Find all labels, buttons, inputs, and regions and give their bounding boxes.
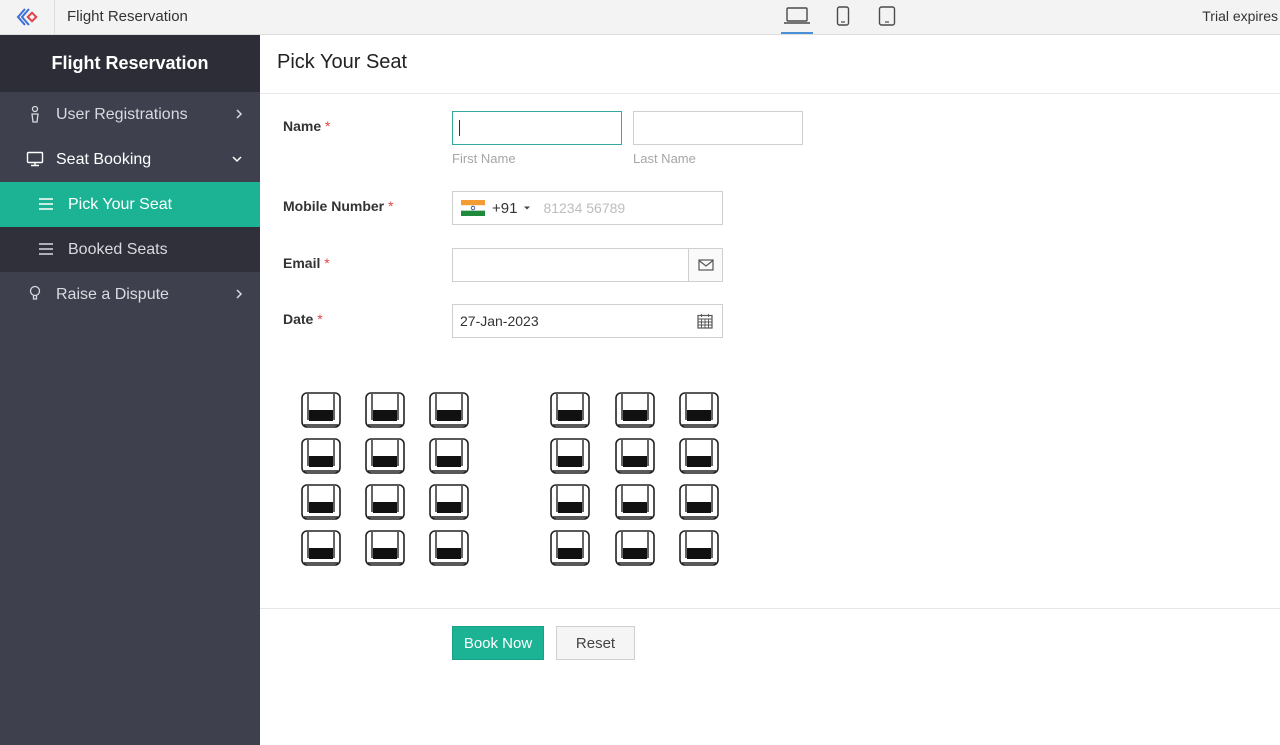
email-addon xyxy=(688,248,723,282)
seat-icon[interactable] xyxy=(429,530,469,566)
seat-icon[interactable] xyxy=(429,392,469,428)
top-bar: Flight Reservation Trial expires xyxy=(0,0,1280,35)
seat-icon[interactable] xyxy=(429,438,469,474)
date-label: Date * xyxy=(283,311,323,327)
envelope-icon xyxy=(697,259,714,271)
last-name-hint: Last Name xyxy=(633,151,696,166)
email-label: Email * xyxy=(283,255,330,271)
country-code: +91 xyxy=(492,199,518,217)
required-mark: * xyxy=(324,255,330,271)
mobile-label-text: Mobile Number xyxy=(283,198,385,214)
seat-icon[interactable] xyxy=(301,530,341,566)
sidebar-title: Flight Reservation xyxy=(0,35,260,92)
mobile-input[interactable]: 81234 56789 xyxy=(543,200,625,216)
list-icon xyxy=(38,241,54,257)
chevron-right-icon xyxy=(234,106,244,122)
sidebar-item-label: Seat Booking xyxy=(56,150,152,168)
chevron-right-icon xyxy=(234,286,244,302)
seat-icon[interactable] xyxy=(550,392,590,428)
seat-icon[interactable] xyxy=(301,392,341,428)
device-mobile-button[interactable] xyxy=(833,6,853,34)
seat-icon[interactable] xyxy=(365,530,405,566)
seat-icon[interactable] xyxy=(365,438,405,474)
logo-icon xyxy=(16,8,38,26)
date-field[interactable]: 27-Jan-2023 xyxy=(452,304,723,338)
calendar-icon[interactable] xyxy=(697,313,713,329)
sidebar-item-raise-a-dispute[interactable]: Raise a Dispute xyxy=(0,272,260,317)
app-name: Flight Reservation xyxy=(67,8,188,25)
seat-icon[interactable] xyxy=(550,530,590,566)
seat-icon[interactable] xyxy=(550,484,590,520)
tablet-icon xyxy=(878,6,896,26)
device-desktop-button[interactable] xyxy=(781,6,813,34)
laptop-icon xyxy=(784,7,810,24)
caret-down-icon xyxy=(524,206,531,210)
seat-icon[interactable] xyxy=(679,392,719,428)
first-name-hint: First Name xyxy=(452,151,516,166)
seat-icon[interactable] xyxy=(679,438,719,474)
device-tablet-button[interactable] xyxy=(876,6,898,34)
seat-icon[interactable] xyxy=(679,530,719,566)
first-name-field[interactable] xyxy=(452,111,622,145)
country-code-selector[interactable]: +91 xyxy=(461,200,531,217)
name-label: Name * xyxy=(283,118,330,134)
sidebar-item-label: Pick Your Seat xyxy=(68,195,173,213)
monitor-icon xyxy=(26,150,44,168)
seat-icon[interactable] xyxy=(614,530,655,566)
required-mark: * xyxy=(325,118,331,134)
divider xyxy=(260,608,1280,609)
seat-icon[interactable] xyxy=(550,438,590,474)
text-caret xyxy=(459,120,460,136)
seat-icon[interactable] xyxy=(614,438,655,474)
name-label-text: Name xyxy=(283,118,322,134)
sidebar-item-booked-seats[interactable]: Booked Seats xyxy=(0,227,260,272)
seat-icon[interactable] xyxy=(365,392,405,428)
bulb-icon xyxy=(26,285,44,303)
email-label-text: Email xyxy=(283,255,321,271)
seat-icon[interactable] xyxy=(429,484,469,520)
seat-icon[interactable] xyxy=(365,484,405,520)
app-logo[interactable] xyxy=(0,0,55,34)
sidebar-item-pick-your-seat[interactable]: Pick Your Seat xyxy=(0,182,260,227)
seat-icon[interactable] xyxy=(614,484,655,520)
divider xyxy=(260,93,1280,94)
main-content: Pick Your Seat Name * First Name Last Na… xyxy=(260,35,1280,745)
reset-button[interactable]: Reset xyxy=(556,626,635,660)
person-icon xyxy=(26,105,44,123)
seat-icon[interactable] xyxy=(301,484,341,520)
list-icon xyxy=(38,196,54,212)
sidebar-item-seat-booking[interactable]: Seat Booking xyxy=(0,137,260,182)
chevron-down-icon xyxy=(230,151,244,167)
date-label-text: Date xyxy=(283,311,314,327)
seat-icon[interactable] xyxy=(679,484,719,520)
required-mark: * xyxy=(388,198,394,214)
mobile-label: Mobile Number * xyxy=(283,198,393,214)
email-field[interactable] xyxy=(452,248,689,282)
page-title: Pick Your Seat xyxy=(277,51,408,73)
sidebar-item-label: Raise a Dispute xyxy=(56,285,169,303)
seat-icon[interactable] xyxy=(614,392,655,428)
trial-status: Trial expires xyxy=(1202,8,1278,24)
mobile-number-field[interactable]: +91 81234 56789 xyxy=(452,191,723,225)
sidebar-item-user-registrations[interactable]: User Registrations xyxy=(0,92,260,137)
date-value: 27-Jan-2023 xyxy=(460,313,539,329)
sidebar-item-label: Booked Seats xyxy=(68,240,168,258)
required-mark: * xyxy=(317,311,323,327)
last-name-field[interactable] xyxy=(633,111,803,145)
india-flag-icon xyxy=(461,200,485,216)
sidebar: Flight Reservation User Registrations Se… xyxy=(0,35,260,745)
book-now-button[interactable]: Book Now xyxy=(452,626,544,660)
sidebar-item-label: User Registrations xyxy=(56,105,188,123)
mobile-icon xyxy=(836,6,850,26)
seat-icon[interactable] xyxy=(301,438,341,474)
